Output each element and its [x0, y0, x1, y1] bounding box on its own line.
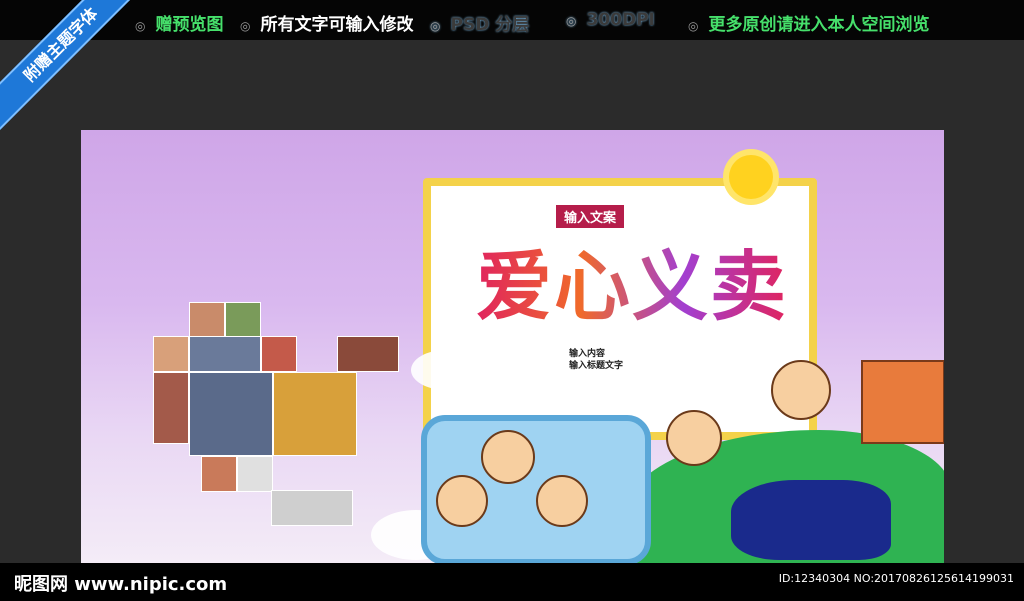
collage-photo [201, 456, 237, 492]
banner-item-editable-label: 所有文字可输入修改 [260, 15, 414, 35]
poster-canvas: 输入文案 爱心义卖 输入内容 输入标题文字 [81, 130, 944, 563]
banner-item-more-label: 更多原创请进入本人空间浏览 [708, 15, 930, 35]
banner-item-preview-label: 赠预览图 [155, 15, 224, 35]
banner-item-more: ◎ 更多原创请进入本人空间浏览 [688, 15, 930, 35]
site-logo[interactable]: 昵图网 www.nipic.com [14, 570, 227, 596]
poster-subtext: 输入内容 输入标题文字 [569, 348, 623, 372]
banner-item-dpi: ◎ 300DPI [566, 10, 655, 30]
collage-photo [153, 336, 189, 372]
collage-photo [225, 302, 261, 338]
collage-photo [261, 336, 297, 372]
cartoon-kid-icon [481, 430, 535, 484]
collage-photo [153, 372, 189, 444]
sun-icon [729, 155, 773, 199]
poster-subtext-line2: 输入标题文字 [569, 361, 624, 371]
banner-item-psd: ◎ PSD 分层 [430, 15, 530, 35]
cartoon-girl-icon [771, 360, 831, 420]
banner-item-psd-label: PSD 分层 [450, 15, 530, 35]
collage-photo [189, 372, 273, 456]
cloud-icon [411, 350, 481, 390]
poster-subtext-line1: 输入内容 [569, 349, 606, 359]
banner-item-preview: ◎ 赠预览图 [135, 15, 224, 35]
collage-photo [189, 336, 261, 372]
poster-title: 爱心义卖 [476, 225, 788, 335]
cartoon-boy-icon [666, 410, 722, 466]
banner-item-dpi-label: 300DPI [586, 10, 655, 30]
collage-photo [337, 336, 399, 372]
cartoon-kid-icon [536, 475, 588, 527]
banner-item-editable: ◎ 所有文字可输入修改 [240, 15, 414, 35]
collage-photo [273, 372, 357, 456]
top-banner: ◎ 赠预览图 ◎ 所有文字可输入修改 ◎ PSD 分层 ◎ 300DPI ◎ 更多原创请进… [0, 0, 1024, 40]
cartoon-house [861, 360, 944, 444]
ink-splash [731, 480, 891, 560]
collage-photo [237, 456, 273, 492]
collage-photo [189, 302, 225, 338]
cartoon-kid-icon [436, 475, 488, 527]
image-id: ID:12340304 NO:20170826125614199031 [778, 572, 1014, 585]
collage-photo [271, 490, 353, 526]
